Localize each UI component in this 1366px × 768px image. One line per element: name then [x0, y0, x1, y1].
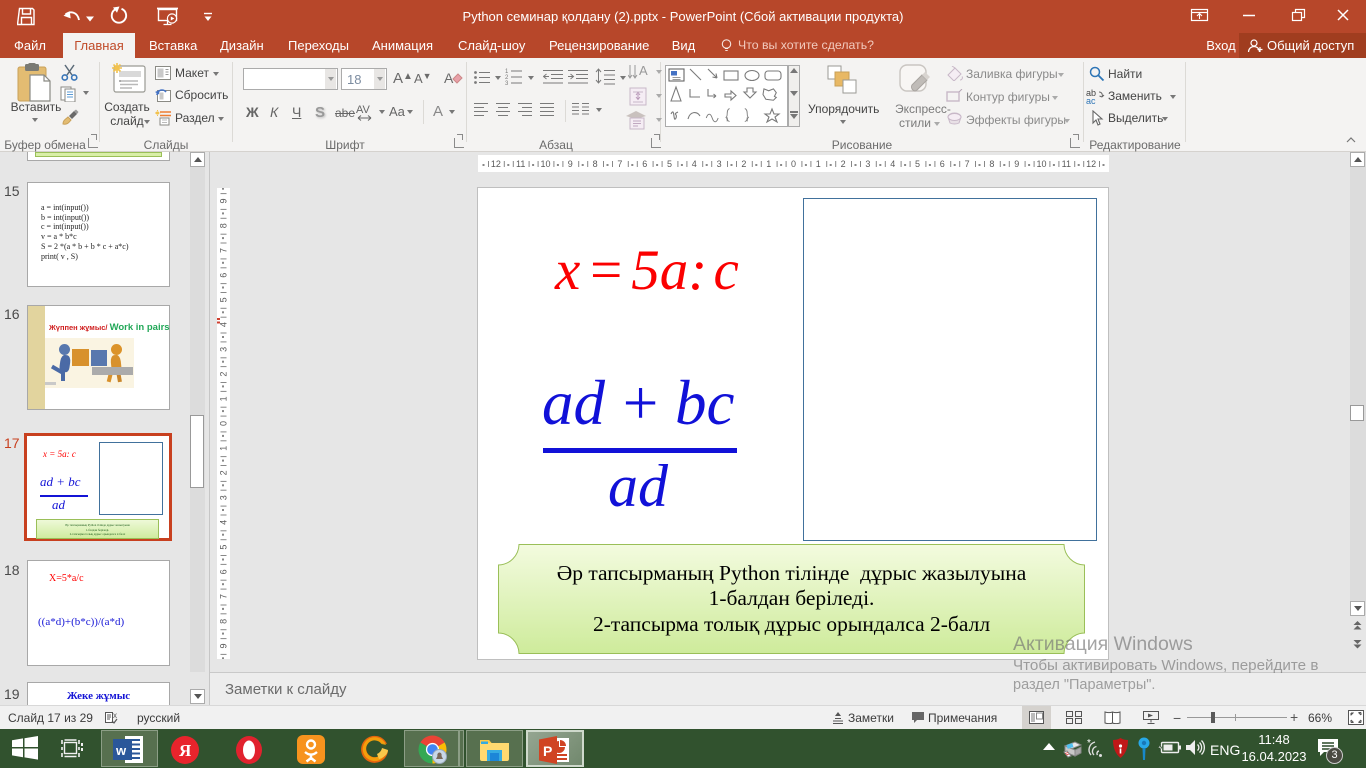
svg-text:11: 11 [1062, 159, 1071, 169]
svg-text:5: 5 [219, 297, 229, 302]
svg-text:9: 9 [219, 198, 229, 203]
svg-text:11: 11 [516, 159, 525, 169]
svg-text:8: 8 [219, 619, 229, 624]
svg-text:A: A [639, 63, 648, 78]
svg-text:3: 3 [865, 159, 870, 169]
svg-text:7: 7 [965, 159, 970, 169]
svg-text:8: 8 [219, 223, 229, 228]
svg-text:0: 0 [219, 421, 229, 426]
svg-text:A: A [444, 70, 454, 86]
svg-text:Я: Я [179, 741, 191, 760]
svg-text:3: 3 [505, 81, 509, 86]
svg-text:1: 1 [219, 446, 229, 451]
svg-text:8: 8 [989, 159, 994, 169]
svg-text:6: 6 [940, 159, 945, 169]
svg-text:9: 9 [568, 159, 573, 169]
svg-text:6: 6 [219, 273, 229, 278]
svg-text:2: 2 [741, 159, 746, 169]
svg-text:3: 3 [717, 159, 722, 169]
svg-text:1: 1 [766, 159, 771, 169]
svg-text:12: 12 [1086, 159, 1096, 169]
svg-text:5: 5 [219, 545, 229, 550]
svg-text:8: 8 [593, 159, 598, 169]
svg-text:2: 2 [219, 470, 229, 475]
svg-text:4: 4 [692, 159, 697, 169]
svg-text:5: 5 [915, 159, 920, 169]
svg-text:7: 7 [219, 248, 229, 253]
svg-text:2: 2 [219, 372, 229, 377]
svg-text:ac: ac [1086, 96, 1096, 105]
svg-text:10: 10 [540, 159, 550, 169]
svg-text:9: 9 [1014, 159, 1019, 169]
svg-text:6: 6 [219, 569, 229, 574]
svg-text:w: w [115, 743, 127, 758]
svg-text:x: x [113, 711, 117, 720]
svg-text:4: 4 [890, 159, 895, 169]
svg-text:1: 1 [816, 159, 821, 169]
svg-text:7: 7 [219, 594, 229, 599]
svg-text:*: * [1087, 739, 1091, 749]
svg-text:7: 7 [617, 159, 622, 169]
svg-text:10: 10 [1036, 159, 1046, 169]
svg-text:3: 3 [219, 347, 229, 352]
svg-text:0: 0 [791, 159, 796, 169]
svg-text:12: 12 [491, 159, 501, 169]
svg-text:AV: AV [356, 104, 371, 116]
svg-text:5: 5 [667, 159, 672, 169]
svg-text:6: 6 [642, 159, 647, 169]
svg-text:9: 9 [219, 643, 229, 648]
svg-text:P: P [543, 743, 552, 759]
svg-text:3: 3 [219, 495, 229, 500]
svg-text:1: 1 [219, 396, 229, 401]
svg-text:2: 2 [841, 159, 846, 169]
svg-text:4: 4 [219, 520, 229, 525]
